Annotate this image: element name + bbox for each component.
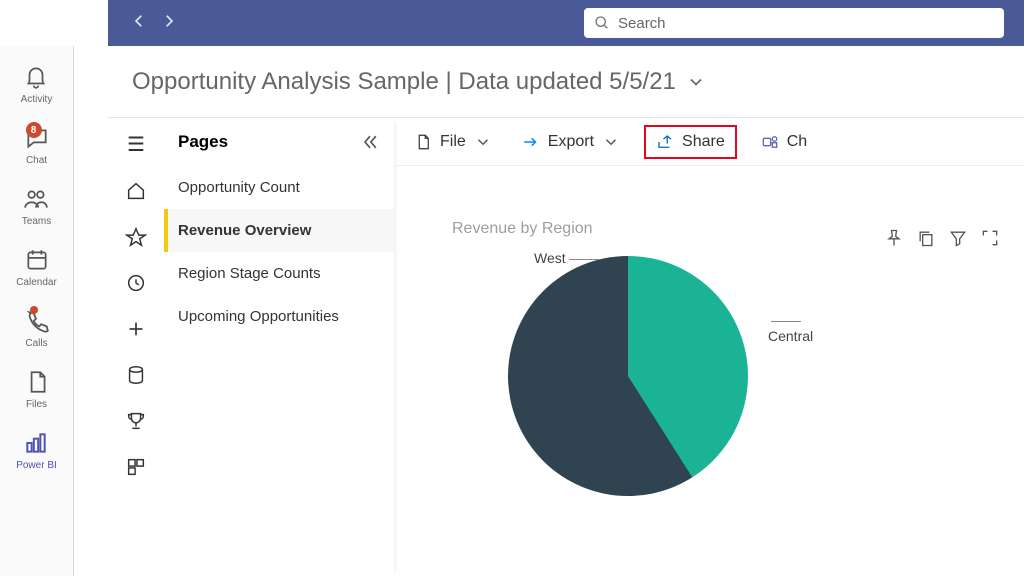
- report-title-row: Opportunity Analysis Sample | Data updat…: [108, 46, 1024, 118]
- hamburger-icon[interactable]: ☰: [125, 134, 147, 156]
- file-icon: [24, 369, 50, 395]
- report-title: Opportunity Analysis Sample | Data updat…: [132, 68, 676, 96]
- apprail-powerbi-label: Power BI: [16, 460, 57, 471]
- apprail-calendar[interactable]: Calendar: [16, 247, 57, 288]
- database-icon[interactable]: [125, 364, 147, 386]
- apprail-chat[interactable]: 8 Chat: [24, 125, 50, 166]
- export-label: Export: [548, 133, 594, 151]
- file-label: File: [440, 133, 466, 151]
- apprail-files-label: Files: [26, 399, 47, 410]
- apprail-chat-label: Chat: [26, 155, 47, 166]
- copy-icon[interactable]: [916, 228, 936, 248]
- pages-panel: Pages Opportunity Count Revenue Overview…: [164, 118, 394, 576]
- search-input[interactable]: Search: [584, 8, 1004, 38]
- home-icon[interactable]: [125, 180, 147, 202]
- calendar-icon: [24, 247, 50, 273]
- calls-alert-dot: [30, 306, 38, 314]
- report-toolbar: File Export Share Ch: [394, 118, 1024, 166]
- file-menu-button[interactable]: File: [408, 129, 498, 155]
- pie-label-west: West: [534, 250, 602, 266]
- pages-list: Opportunity Count Revenue Overview Regio…: [164, 166, 394, 338]
- page-item[interactable]: Region Stage Counts: [164, 252, 394, 295]
- share-button[interactable]: Share: [644, 125, 737, 159]
- clock-icon[interactable]: [125, 272, 147, 294]
- powerbi-nav-rail: ☰: [108, 118, 164, 576]
- page-item[interactable]: Revenue Overview: [164, 209, 394, 252]
- apprail-teams[interactable]: Teams: [22, 186, 51, 227]
- chat-teams-button[interactable]: Ch: [755, 129, 813, 155]
- search-placeholder: Search: [618, 15, 666, 32]
- export-menu-button[interactable]: Export: [516, 129, 626, 155]
- search-icon: [594, 15, 610, 31]
- bell-icon: [23, 64, 49, 90]
- apps-icon[interactable]: [125, 456, 147, 478]
- chat-badge: 8: [26, 122, 42, 138]
- teams-icon: [761, 133, 779, 151]
- apprail-calendar-label: Calendar: [16, 277, 57, 288]
- page-item[interactable]: Opportunity Count: [164, 166, 394, 209]
- pie-label-central: Central: [768, 312, 848, 344]
- pie-graphic: [508, 256, 748, 496]
- nav-forward-icon[interactable]: [160, 12, 178, 35]
- pages-heading: Pages: [178, 132, 228, 152]
- share-label: Share: [682, 133, 725, 151]
- apprail-files[interactable]: Files: [24, 369, 50, 410]
- apprail-activity[interactable]: Activity: [21, 64, 53, 105]
- document-icon: [414, 133, 432, 151]
- apprail-powerbi[interactable]: Power BI: [16, 430, 57, 471]
- people-icon: [23, 186, 49, 212]
- star-icon[interactable]: [125, 226, 147, 248]
- chevron-down-icon: [602, 133, 620, 151]
- apprail-calls[interactable]: Calls: [24, 308, 50, 349]
- trophy-icon[interactable]: [125, 410, 147, 432]
- chat-teams-label: Ch: [787, 133, 807, 151]
- apprail-calls-label: Calls: [25, 338, 47, 349]
- apprail-activity-label: Activity: [21, 94, 53, 105]
- collapse-pages-icon[interactable]: [360, 132, 380, 152]
- powerbi-icon: [23, 430, 49, 456]
- revenue-pie-chart[interactable]: West Central: [508, 256, 848, 496]
- app-header-bar: Search: [108, 0, 1024, 46]
- share-icon: [656, 133, 674, 151]
- chevron-down-icon[interactable]: [686, 72, 706, 92]
- plus-icon[interactable]: [125, 318, 147, 340]
- pin-icon[interactable]: [884, 228, 904, 248]
- chevron-down-icon: [474, 133, 492, 151]
- nav-back-icon[interactable]: [130, 12, 148, 35]
- page-item[interactable]: Upcoming Opportunities: [164, 295, 394, 338]
- filter-icon[interactable]: [948, 228, 968, 248]
- apprail-teams-label: Teams: [22, 216, 51, 227]
- export-icon: [522, 133, 540, 151]
- report-canvas: File Export Share Ch: [394, 118, 1024, 576]
- teams-app-rail: Activity 8 Chat Teams Calendar Calls Fil…: [0, 46, 74, 576]
- visual-action-bar: [884, 228, 1000, 248]
- focus-icon[interactable]: [980, 228, 1000, 248]
